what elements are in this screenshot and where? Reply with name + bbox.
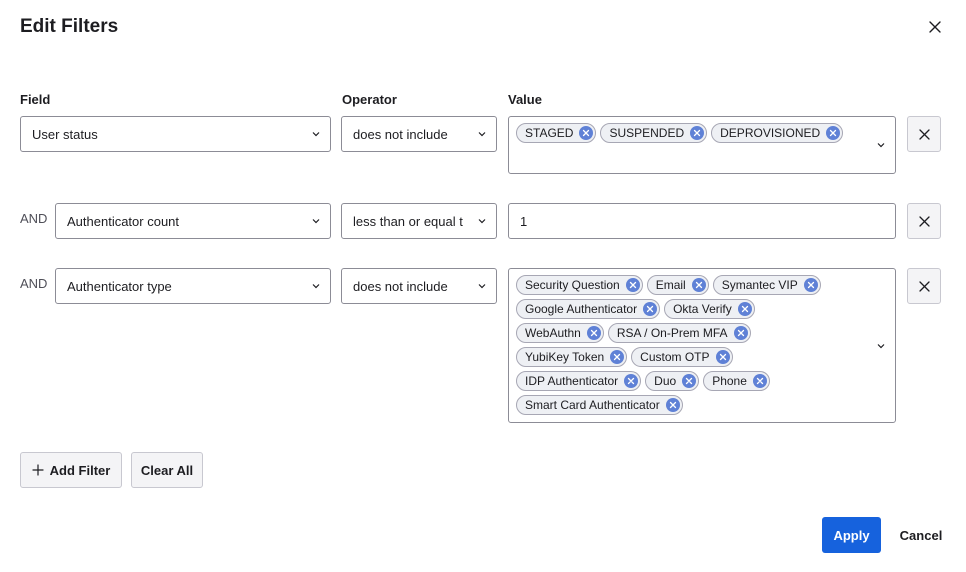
value-chip: Custom OTP [631,347,733,367]
value-chip-label: STAGED [525,126,574,140]
apply-button[interactable]: Apply [822,517,881,553]
chip-remove-icon[interactable] [665,398,680,412]
field-select[interactable]: User status [20,116,331,152]
value-multiselect[interactable]: STAGED SUSPENDED DEPROVISIONED [508,116,896,174]
field-column-header: Field [20,92,51,107]
value-chip-label: Duo [654,374,677,388]
value-chip: RSA / On-Prem MFA [607,323,751,343]
chip-remove-icon[interactable] [733,326,748,340]
add-filter-button[interactable]: Add Filter [20,452,122,488]
value-chip: YubiKey Token [516,347,628,367]
row-remove-icon [918,128,930,140]
chip-remove-icon[interactable] [803,278,818,292]
chip-remove-icon[interactable] [610,350,625,364]
value-chip: Google Authenticator [516,299,661,319]
chip-remove-icon[interactable] [715,350,730,364]
operator-select[interactable]: does not include [341,268,497,304]
chip-remove-icon[interactable] [643,302,658,316]
remove-filter-button[interactable] [907,268,941,304]
chip-remove-icon[interactable] [682,374,697,388]
value-chip-label: RSA / On-Prem MFA [616,326,728,340]
value-chip: Symantec VIP [712,275,821,295]
row-remove-icon [918,215,930,227]
value-chip: Okta Verify [664,299,755,319]
conjunction-label: AND [20,211,48,226]
value-chip: Duo [645,371,700,391]
value-chip-label: Okta Verify [673,302,732,316]
chevron-down-icon [478,219,486,224]
value-multiselect[interactable]: Security Question Email Symantec VIP Google… [508,268,896,423]
value-chip-label: YubiKey Token [525,350,605,364]
operator-select[interactable]: does not include [341,116,497,152]
value-chip-label: IDP Authenticator [525,374,619,388]
value-chip-label: Custom OTP [640,350,710,364]
value-input-text: 1 [520,213,528,229]
chevron-down-icon [312,219,320,224]
value-chip: Smart Card Authenticator [516,395,683,415]
value-chip: Email [646,275,709,295]
value-chip-label: DEPROVISIONED [720,126,821,140]
add-filter-label: Add Filter [49,462,111,478]
value-chip: STAGED [516,123,597,143]
value-column-header: Value [508,92,542,107]
clear-all-label: Clear All [140,462,194,478]
value-chip: Security Question [516,275,643,295]
cancel-label: Cancel [899,527,943,543]
operator-column-header: Operator [342,92,397,107]
field-select-value: User status [32,126,98,142]
value-chip-label: Security Question [525,278,620,292]
value-chip-label: WebAuthn [525,326,581,340]
plus-icon [32,464,44,476]
value-chip-label: Smart Card Authenticator [525,398,660,412]
field-select[interactable]: Authenticator count [55,203,331,239]
field-select[interactable]: Authenticator type [55,268,331,304]
chip-remove-icon[interactable] [690,126,705,140]
row-remove-icon [918,280,930,292]
clear-all-button[interactable]: Clear All [131,452,203,488]
chip-remove-icon[interactable] [625,278,640,292]
value-chip: Phone [703,371,770,391]
chevron-down-icon [312,284,320,289]
value-chip-label: Google Authenticator [525,302,638,316]
close-button[interactable] [924,16,946,38]
operator-select-value: does not include [353,126,448,142]
value-chip: DEPROVISIONED [711,123,844,143]
chip-remove-icon[interactable] [624,374,639,388]
conjunction-label: AND [20,276,48,291]
remove-filter-button[interactable] [907,116,941,152]
value-chip: SUSPENDED [600,123,708,143]
operator-select-value: does not include [353,278,448,294]
field-select-value: Authenticator type [67,278,172,294]
chip-list: Security Question Email Symantec VIP Google… [516,275,846,415]
operator-select[interactable]: less than or equal t [341,203,497,239]
chip-remove-icon[interactable] [737,302,752,316]
chip-remove-icon[interactable] [691,278,706,292]
value-chip-label: Symantec VIP [721,278,798,292]
value-chip-label: Email [655,278,686,292]
chip-remove-icon[interactable] [752,374,767,388]
value-input[interactable]: 1 [508,203,896,239]
chevron-down-icon [478,284,486,289]
chevron-down-icon[interactable] [876,140,886,150]
apply-label: Apply [833,527,870,543]
value-chip: WebAuthn [516,323,604,343]
chip-list: STAGED SUSPENDED DEPROVISIONED [516,123,855,143]
field-select-value: Authenticator count [67,213,180,229]
chip-remove-icon[interactable] [586,326,601,340]
cancel-button[interactable]: Cancel [895,517,947,553]
value-chip-label: Phone [712,374,747,388]
remove-filter-button[interactable] [907,203,941,239]
chip-remove-icon[interactable] [826,126,841,140]
operator-select-value: less than or equal t [353,213,463,229]
value-chip: IDP Authenticator [516,371,642,391]
dialog-title: Edit Filters [20,16,119,37]
chevron-down-icon [478,132,486,137]
close-icon [929,21,941,33]
value-chip-label: SUSPENDED [609,126,685,140]
chevron-down-icon [312,132,320,137]
chevron-down-icon[interactable] [876,341,886,351]
chip-remove-icon[interactable] [579,126,594,140]
